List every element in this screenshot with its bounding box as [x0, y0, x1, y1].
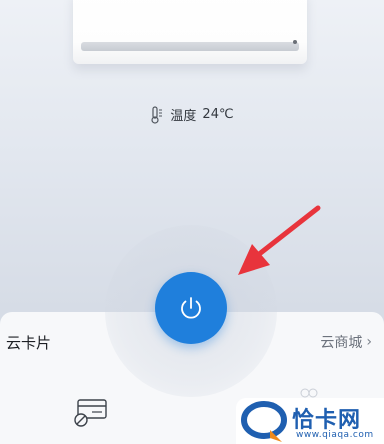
annotation-arrow	[238, 205, 321, 275]
watermark-url: www.qiaqa.com	[296, 430, 374, 440]
cloud-store-link[interactable]: 云商城 ›	[320, 332, 372, 352]
ac-indicator-light	[293, 40, 297, 44]
ac-vent	[81, 42, 299, 51]
cloud-store-label: 云商城	[320, 335, 363, 351]
watermark-logo-icon	[241, 401, 287, 442]
card-title: 云卡片	[6, 334, 52, 352]
temperature-label: 温度	[170, 109, 197, 124]
power-icon	[181, 297, 201, 319]
temperature-value: 24℃	[202, 107, 234, 122]
temperature-readout: 温度 24℃	[0, 105, 384, 124]
air-conditioner-image	[73, 0, 307, 64]
card-edit-icon[interactable]	[72, 398, 108, 428]
power-button[interactable]	[155, 272, 227, 344]
chevron-right-icon: ›	[366, 334, 372, 350]
thermometer-icon	[151, 105, 163, 124]
